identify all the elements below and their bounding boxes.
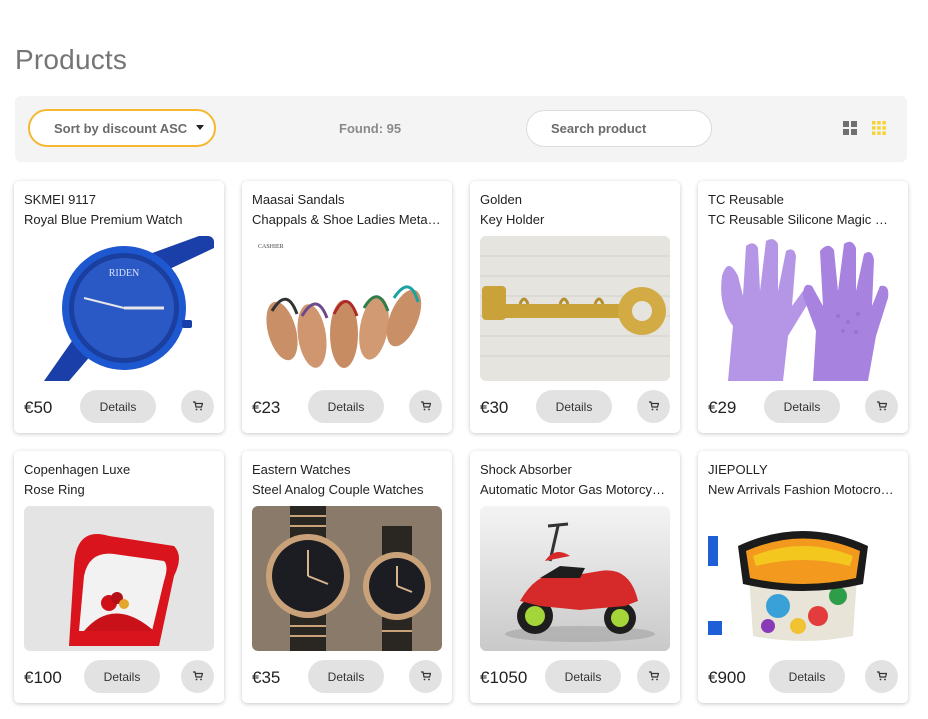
add-to-cart-button[interactable] (409, 660, 442, 693)
sandals-image: CASHIER (252, 236, 442, 381)
product-brand: JIEPOLLY (708, 462, 768, 477)
details-button[interactable]: Details (764, 390, 840, 423)
product-card: TC Reusable TC Reusable Silicone Magic W… (698, 181, 908, 433)
grid-small-icon[interactable] (871, 120, 887, 136)
product-brand: Shock Absorber (480, 462, 572, 477)
cart-icon (420, 399, 431, 414)
watch-image: RIDEN (24, 236, 214, 381)
goggles-image (708, 506, 898, 651)
cart-icon (876, 669, 887, 684)
details-button[interactable]: Details (84, 660, 160, 693)
cart-icon (648, 669, 659, 684)
add-to-cart-button[interactable] (637, 660, 670, 693)
product-price: €29 (708, 398, 737, 417)
product-name: Steel Analog Couple Watches (252, 482, 424, 497)
product-card: Copenhagen Luxe Rose Ring €100 Details (14, 451, 224, 703)
cart-icon (648, 399, 659, 414)
product-card: SKMEI 9117 Royal Blue Premium Watch RIDE… (14, 181, 224, 433)
details-button[interactable]: Details (545, 660, 621, 693)
grid-large-icon[interactable] (842, 120, 858, 136)
product-brand: Maasai Sandals (252, 192, 345, 207)
product-card: Eastern Watches Steel Analog Couple Watc… (242, 451, 452, 703)
motorcycle-image (480, 506, 670, 651)
product-name: Chappals & Shoe Ladies Metallic (252, 212, 442, 227)
cart-icon (876, 399, 887, 414)
product-name: Royal Blue Premium Watch (24, 212, 183, 227)
add-to-cart-button[interactable] (637, 390, 670, 423)
found-count: Found: 95 (339, 121, 402, 136)
details-button[interactable]: Details (308, 660, 384, 693)
product-name: Automatic Motor Gas Motorcycles (480, 482, 670, 497)
details-button[interactable]: Details (769, 660, 845, 693)
product-price: €900 (708, 668, 746, 687)
search-input[interactable] (526, 110, 712, 147)
product-brand: TC Reusable (708, 192, 784, 207)
product-card: Maasai Sandals Chappals & Shoe Ladies Me… (242, 181, 452, 433)
add-to-cart-button[interactable] (865, 390, 898, 423)
product-brand: SKMEI 9117 (24, 192, 97, 207)
product-brand: Copenhagen Luxe (24, 462, 131, 477)
product-price: €35 (252, 668, 281, 687)
add-to-cart-button[interactable] (865, 660, 898, 693)
product-card: JIEPOLLY New Arrivals Fashion Motocross … (698, 451, 908, 703)
key-holder-image (480, 236, 670, 381)
product-name: Rose Ring (24, 482, 85, 497)
svg-text:RIDEN: RIDEN (109, 268, 140, 279)
details-button[interactable]: Details (536, 390, 612, 423)
product-card: Shock Absorber Automatic Motor Gas Motor… (470, 451, 680, 703)
page-title: Products (15, 44, 128, 75)
add-to-cart-button[interactable] (181, 390, 214, 423)
product-card: Golden Key Holder €30 Details (470, 181, 680, 433)
product-brand: Eastern Watches (252, 462, 351, 477)
cart-icon (420, 669, 431, 684)
toolbar: Sort by discount ASC Found: 95 (15, 96, 907, 162)
gloves-image (708, 236, 898, 381)
product-price: €1050 (480, 668, 528, 687)
product-name: New Arrivals Fashion Motocross Goggles (708, 482, 898, 497)
product-name: Key Holder (480, 212, 545, 227)
caret-down-icon (196, 125, 204, 130)
cart-icon (192, 669, 203, 684)
product-price: €100 (24, 668, 62, 687)
product-name: TC Reusable Silicone Magic Washing Glove… (708, 212, 898, 227)
svg-text:CASHIER: CASHIER (258, 244, 284, 250)
cart-icon (192, 399, 203, 414)
add-to-cart-button[interactable] (181, 660, 214, 693)
ring-image (24, 506, 214, 651)
product-price: €23 (252, 398, 281, 417)
details-button[interactable]: Details (308, 390, 384, 423)
details-button[interactable]: Details (80, 390, 156, 423)
add-to-cart-button[interactable] (409, 390, 442, 423)
product-brand: Golden (480, 192, 522, 207)
product-price: €50 (24, 398, 53, 417)
couple-watches-image (252, 506, 442, 651)
sort-select[interactable]: Sort by discount ASC (28, 109, 216, 147)
sort-select-label: Sort by discount ASC (54, 120, 188, 136)
product-price: €30 (480, 398, 509, 417)
